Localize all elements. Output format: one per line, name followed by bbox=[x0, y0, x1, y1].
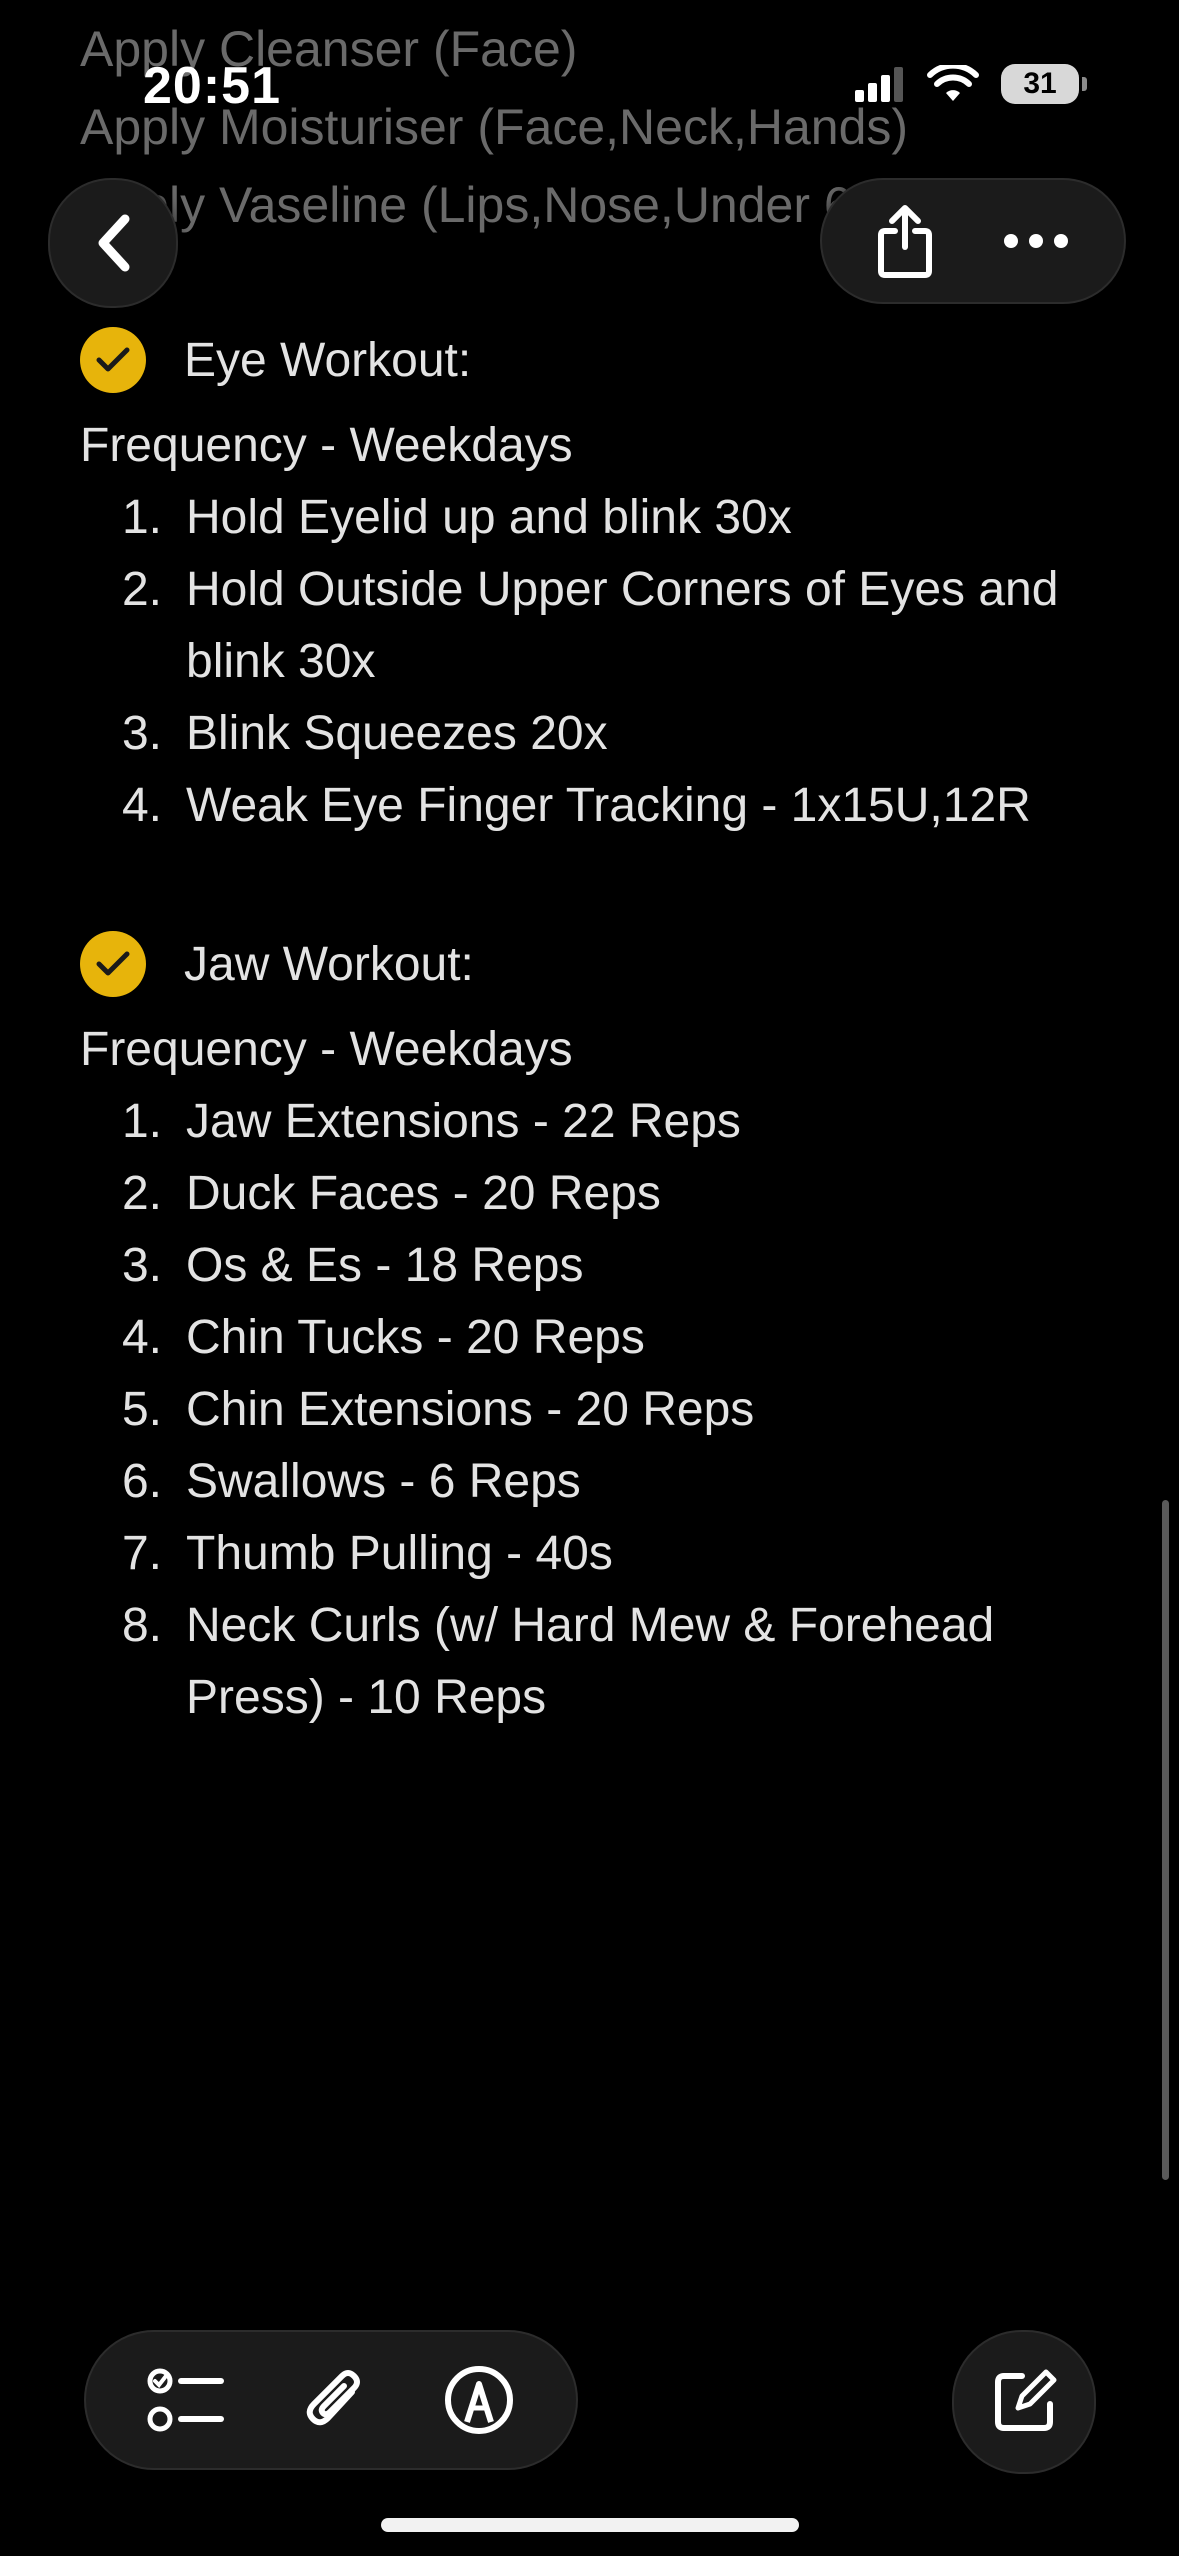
eye-workout-steps: 1. Hold Eyelid up and blink 30x 2. Hold Ou… bbox=[80, 482, 1119, 842]
section-title: Jaw Workout: bbox=[184, 937, 474, 991]
home-indicator[interactable] bbox=[381, 2518, 799, 2532]
bottom-toolbar bbox=[84, 2330, 578, 2470]
list-item: 7. Thumb Pulling - 40s bbox=[80, 1518, 1119, 1590]
share-icon[interactable] bbox=[875, 203, 935, 279]
note-body[interactable]: Eye Workout: Frequency - Weekdays 1. Hold… bbox=[80, 320, 1119, 1734]
list-item-text: Hold Eyelid up and blink 30x bbox=[186, 491, 792, 544]
list-item-text: Os & Es - 18 Reps bbox=[186, 1239, 584, 1292]
note-actions bbox=[820, 178, 1126, 304]
compose-icon bbox=[995, 2369, 1057, 2431]
list-number: 1. bbox=[121, 1095, 162, 1148]
list-number: 6. bbox=[121, 1455, 162, 1508]
markup-pen-icon[interactable] bbox=[443, 2364, 515, 2436]
list-number: 3. bbox=[121, 1239, 162, 1292]
status-time: 20:51 bbox=[143, 57, 281, 115]
list-item-text: Jaw Extensions - 22 Reps bbox=[186, 1095, 741, 1148]
list-item-text: Chin Tucks - 20 Reps bbox=[186, 1311, 645, 1364]
compose-button[interactable] bbox=[952, 2330, 1096, 2474]
list-number: 5. bbox=[121, 1383, 162, 1436]
back-button[interactable] bbox=[48, 178, 178, 308]
list-number: 2. bbox=[121, 1167, 162, 1220]
list-item: 4. Weak Eye Finger Tracking - 1x15U,12R bbox=[80, 770, 1119, 842]
list-item: 3. Os & Es - 18 Reps bbox=[80, 1230, 1119, 1302]
wifi-icon bbox=[927, 65, 979, 101]
section-header-jaw-workout: Jaw Workout: bbox=[80, 924, 1119, 1004]
chevron-left-icon bbox=[98, 214, 130, 272]
list-number: 7. bbox=[121, 1527, 162, 1580]
checkmark-circle-icon[interactable] bbox=[80, 931, 146, 997]
section-title: Eye Workout: bbox=[184, 333, 472, 387]
checklist-icon[interactable] bbox=[147, 2365, 227, 2435]
ellipsis-icon[interactable] bbox=[1001, 231, 1071, 251]
list-item: 6. Swallows - 6 Reps bbox=[80, 1446, 1119, 1518]
list-item: 1. Hold Eyelid up and blink 30x bbox=[80, 482, 1119, 554]
list-item: 5. Chin Extensions - 20 Reps bbox=[80, 1374, 1119, 1446]
list-item: 2. Duck Faces - 20 Reps bbox=[80, 1158, 1119, 1230]
list-item-text: Swallows - 6 Reps bbox=[186, 1455, 581, 1508]
frequency-text: Frequency - Weekdays bbox=[80, 1023, 573, 1076]
list-item-text: Neck Curls (w/ Hard Mew & Forehead Press… bbox=[186, 1599, 995, 1724]
battery-icon: 31 bbox=[1001, 64, 1087, 104]
list-item-text: Duck Faces - 20 Reps bbox=[186, 1167, 661, 1220]
list-item-text: Hold Outside Upper Corners of Eyes and b… bbox=[186, 563, 1059, 688]
list-item: 8. Neck Curls (w/ Hard Mew & Forehead Pre… bbox=[80, 1590, 1119, 1734]
frequency-text: Frequency - Weekdays bbox=[80, 419, 573, 472]
list-number: 8. bbox=[121, 1599, 162, 1652]
list-number: 4. bbox=[121, 779, 162, 832]
list-item: 4. Chin Tucks - 20 Reps bbox=[80, 1302, 1119, 1374]
list-item: 1. Jaw Extensions - 22 Reps bbox=[80, 1086, 1119, 1158]
list-item-text: Chin Extensions - 20 Reps bbox=[186, 1383, 755, 1436]
list-number: 3. bbox=[121, 707, 162, 760]
list-item-text: Weak Eye Finger Tracking - 1x15U,12R bbox=[186, 779, 1031, 832]
list-item-text: Blink Squeezes 20x bbox=[186, 707, 608, 760]
paperclip-icon[interactable] bbox=[300, 2362, 370, 2438]
jaw-workout-steps: 1. Jaw Extensions - 22 Reps 2. Duck Faces … bbox=[80, 1086, 1119, 1734]
list-item-text: Thumb Pulling - 40s bbox=[186, 1527, 613, 1580]
list-item: 2. Hold Outside Upper Corners of Eyes and… bbox=[80, 554, 1119, 698]
section-header-eye-workout: Eye Workout: bbox=[80, 320, 1119, 400]
checkmark-circle-icon[interactable] bbox=[80, 327, 146, 393]
list-number: 4. bbox=[121, 1311, 162, 1364]
list-item: 3. Blink Squeezes 20x bbox=[80, 698, 1119, 770]
cellular-signal-icon bbox=[855, 67, 903, 102]
list-number: 2. bbox=[121, 563, 162, 616]
scrollbar[interactable] bbox=[1162, 1500, 1169, 2180]
status-icons: 31 bbox=[855, 64, 1087, 104]
list-number: 1. bbox=[121, 491, 162, 544]
